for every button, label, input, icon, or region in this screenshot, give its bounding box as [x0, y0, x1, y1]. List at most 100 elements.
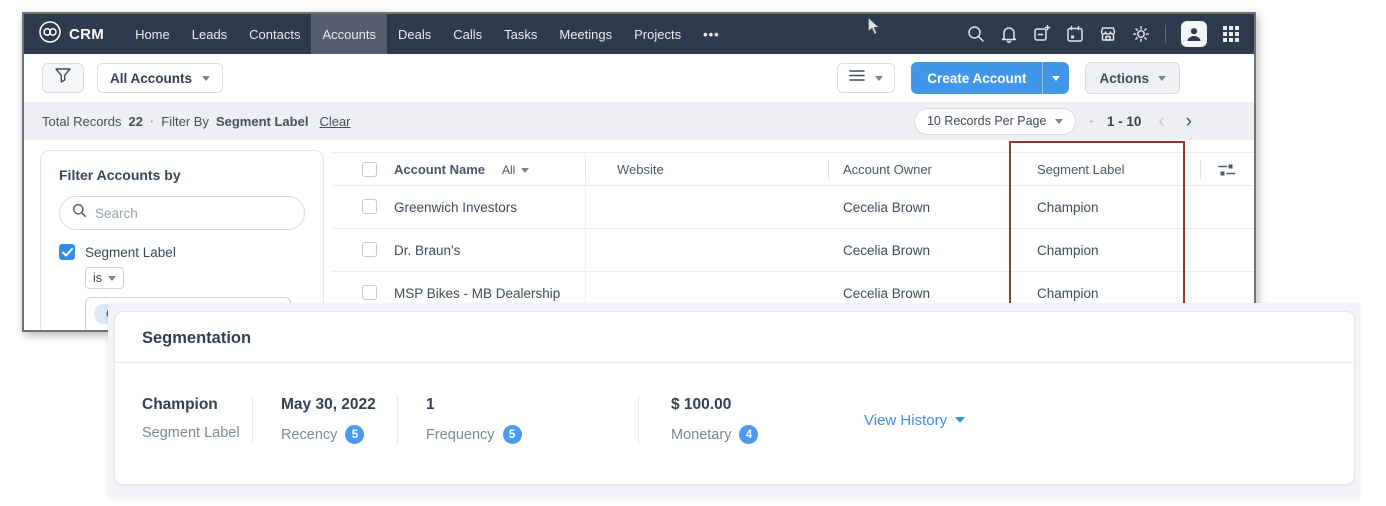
marketplace-icon[interactable] — [1099, 25, 1117, 43]
account-name-filter-dropdown[interactable]: All — [502, 153, 529, 187]
sidebar-search — [59, 196, 305, 230]
nav-item-contacts[interactable]: Contacts — [238, 14, 311, 54]
calendar-icon[interactable] — [1066, 25, 1084, 43]
settings-icon[interactable] — [1132, 25, 1150, 43]
metric-value: 1 — [426, 396, 638, 414]
apps-grid-icon[interactable] — [1222, 25, 1240, 43]
table-row[interactable]: Greenwich Investors Cecelia Brown Champi… — [332, 186, 1254, 229]
nav-utilities — [967, 14, 1240, 54]
cell-account-owner: Cecelia Brown — [843, 229, 930, 272]
filter-operator-value: is — [93, 271, 102, 285]
metric-value: Champion — [142, 396, 252, 414]
cell-account-owner: Cecelia Brown — [843, 186, 930, 229]
cell-segment-label: Champion — [1037, 229, 1099, 272]
next-page-button[interactable]: › — [1182, 112, 1196, 131]
metric-label: Recency — [281, 427, 337, 443]
list-view-icon — [849, 69, 865, 87]
segment-label-checkbox[interactable] — [59, 244, 75, 260]
segmentation-metrics: Champion Segment Label May 30, 2022 Rece… — [115, 396, 1354, 444]
column-divider — [1200, 160, 1201, 180]
search-input[interactable] — [95, 206, 292, 221]
chevron-down-icon — [521, 168, 529, 173]
search-icon[interactable] — [967, 25, 985, 43]
metric-recency: May 30, 2022 Recency 5 — [252, 396, 397, 444]
top-navbar: CRM Home Leads Contacts Accounts Deals C… — [24, 14, 1254, 54]
row-checkbox[interactable] — [362, 242, 377, 257]
chevron-down-icon — [108, 276, 116, 281]
create-account-button[interactable]: Create Account — [911, 62, 1042, 94]
nav-item-home[interactable]: Home — [124, 14, 181, 54]
nav-item-deals[interactable]: Deals — [387, 14, 442, 54]
crm-logo[interactable]: CRM — [38, 14, 104, 54]
chevron-down-icon — [875, 76, 883, 81]
create-account-split-button: Create Account — [911, 62, 1069, 94]
table-header-row: Account Name All Website Account Owner S… — [332, 152, 1254, 186]
bell-icon[interactable] — [1000, 25, 1018, 43]
filter-button[interactable] — [42, 63, 84, 93]
cell-account-name[interactable]: Greenwich Investors — [394, 186, 517, 229]
table-row[interactable]: Dr. Braun's Cecelia Brown Champion — [332, 229, 1254, 272]
segmentation-card: Segmentation Champion Segment Label May … — [114, 311, 1355, 485]
row-checkbox[interactable] — [362, 199, 377, 214]
score-badge: 5 — [345, 425, 364, 444]
score-badge: 4 — [739, 425, 758, 444]
brand-name: CRM — [69, 26, 104, 43]
nav-item-projects[interactable]: Projects — [623, 14, 692, 54]
compose-icon[interactable] — [1033, 25, 1051, 43]
segment-label-filter-row: Segment Label — [59, 244, 305, 260]
filter-by-label: Filter By — [161, 114, 209, 129]
chevron-down-icon — [202, 76, 210, 81]
search-icon — [72, 203, 87, 223]
chevron-down-icon — [955, 417, 965, 423]
records-per-page-dropdown[interactable]: 10 Records Per Page — [914, 108, 1077, 135]
filter-sidebar-title: Filter Accounts by — [59, 167, 305, 183]
cell-account-name[interactable]: Dr. Braun's — [394, 229, 460, 272]
segmentation-panel: Segmentation Champion Segment Label May … — [108, 303, 1360, 498]
column-header-account-name[interactable]: Account Name — [394, 153, 485, 187]
segmentation-title: Segmentation — [115, 312, 1354, 363]
filter-field-name: Segment Label — [216, 114, 308, 129]
create-account-dropdown[interactable] — [1042, 62, 1069, 94]
metric-value: $ 100.00 — [671, 396, 858, 414]
nav-item-tasks[interactable]: Tasks — [493, 14, 548, 54]
funnel-icon — [55, 68, 71, 88]
nav-item-accounts[interactable]: Accounts — [311, 14, 386, 54]
user-avatar[interactable] — [1181, 21, 1207, 47]
actions-button[interactable]: Actions — [1085, 62, 1180, 94]
view-history-label: View History — [864, 412, 947, 429]
records-summary: Total Records 22 · Filter By Segment Lab… — [42, 114, 351, 129]
records-info-bar: Total Records 22 · Filter By Segment Lab… — [24, 102, 1254, 140]
clear-filter-link[interactable]: Clear — [319, 114, 350, 129]
nav-divider — [1165, 25, 1166, 43]
per-page-label: 10 Records Per Page — [927, 114, 1047, 128]
pagination-controls: 10 Records Per Page · 1 - 10 ‹ › — [914, 108, 1196, 135]
crm-window: CRM Home Leads Contacts Accounts Deals C… — [22, 12, 1256, 332]
filter-operator-dropdown[interactable]: is — [85, 267, 124, 289]
score-badge: 5 — [503, 425, 522, 444]
nav-item-leads[interactable]: Leads — [181, 14, 238, 54]
view-history-link[interactable]: View History — [864, 412, 965, 429]
manage-columns-icon[interactable] — [1218, 163, 1236, 180]
row-checkbox[interactable] — [362, 285, 377, 300]
cell-segment-label: Champion — [1037, 186, 1099, 229]
view-selector-dropdown[interactable]: All Accounts — [97, 63, 223, 93]
zoho-crm-logo-icon — [38, 20, 62, 49]
nav-item-calls[interactable]: Calls — [442, 14, 493, 54]
nav-menu: Home Leads Contacts Accounts Deals Calls… — [124, 14, 731, 54]
metric-segment-label: Champion Segment Label — [115, 396, 252, 444]
select-all-checkbox[interactable] — [362, 162, 377, 177]
prev-page-button[interactable]: ‹ — [1154, 112, 1168, 131]
total-records-value: 22 — [128, 114, 142, 129]
screenshot-stage: CRM Home Leads Contacts Accounts Deals C… — [0, 0, 1386, 506]
column-header-account-owner[interactable]: Account Owner — [843, 153, 932, 187]
nav-item-meetings[interactable]: Meetings — [548, 14, 623, 54]
actions-label: Actions — [1099, 71, 1149, 86]
table-body: Greenwich Investors Cecelia Brown Champi… — [332, 186, 1254, 315]
nav-item-more[interactable]: ••• — [692, 14, 731, 54]
column-header-website[interactable]: Website — [617, 153, 664, 187]
column-header-segment-label[interactable]: Segment Label — [1037, 153, 1124, 187]
total-records-label: Total Records — [42, 114, 121, 129]
metric-value: May 30, 2022 — [281, 396, 397, 414]
list-view-toggle[interactable] — [837, 63, 895, 93]
metric-frequency: 1 Frequency 5 — [397, 396, 638, 444]
